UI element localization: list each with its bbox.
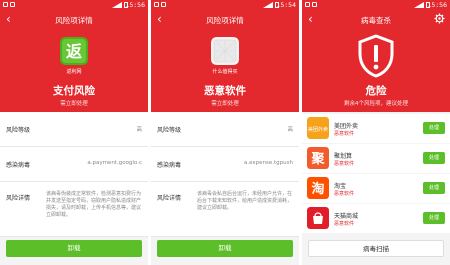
danger-subtitle: 剩余4个风险项，建议处理 (343, 101, 408, 107)
app-icon-text: 美团外卖 (308, 126, 328, 133)
app-icon-meituan: 美团外卖 (307, 117, 329, 139)
app-name: 什么值得买 (212, 69, 238, 75)
risk-detail-row: 风险详情 该病毒伪装成正常软件，检测恶意扣费行为并发送至指定号码，窃取用户隐私造… (0, 182, 148, 237)
page-title: 病毒查杀 (361, 16, 391, 25)
row-value: 高 (287, 127, 293, 133)
virus-scan-screen: 15:56 ‹ 病毒查杀 危险 剩余4个风险项，建议处理 美团外卖 美团外卖 恶… (302, 0, 450, 265)
page-title: 风险项详情 (206, 16, 244, 25)
handle-button[interactable]: 处理 (423, 182, 445, 194)
uninstall-button[interactable]: 卸载 (157, 240, 293, 257)
notification-icon (10, 2, 15, 7)
app-icon-text: 淘 (311, 181, 324, 197)
app-icon-text: 聚 (310, 152, 325, 167)
danger-status: 危险 (365, 85, 387, 97)
clock: 15:56 (125, 1, 145, 9)
app-name: 天猫商城 (334, 213, 359, 220)
risk-level-row: 风险等级 高 (151, 112, 299, 147)
row-label: 风险等级 (6, 127, 31, 134)
app-icon-taobao: 淘 (307, 177, 329, 199)
page-title: 风险项详情 (55, 16, 93, 25)
risk-app-list: 美团外卖 美团外卖 恶意软件 处理 聚 聚划算 恶意软件 处理 淘 淘宝 恶意软… (302, 114, 450, 234)
notification-icon (154, 2, 159, 7)
row-value: a.expense.tgpush (244, 160, 293, 166)
risk-subtitle: 需立即处理 (60, 101, 88, 107)
virus-name-row: 感染病毒 a.expense.tgpush (151, 147, 299, 182)
uninstall-button[interactable]: 卸载 (6, 240, 142, 257)
risk-type: 支付风险 (53, 85, 95, 97)
row-label: 风险详情 (6, 195, 31, 202)
app-name: 淘宝 (334, 183, 347, 190)
app-icon-tmall (307, 207, 329, 229)
row-label: 感染病毒 (6, 162, 31, 169)
risk-level-row: 风险等级 高 (0, 112, 148, 147)
status-bar: 15:56 (302, 0, 450, 10)
risk-type: 恶意软件 (204, 85, 246, 97)
risk-label: 恶意软件 (334, 131, 355, 137)
risk-info-list: 风险等级 高 感染病毒 a.payment.googlo.c 风险详情 该病毒伪… (0, 112, 148, 237)
list-item: 美团外卖 美团外卖 恶意软件 处理 (302, 114, 450, 143)
app-icon-juhuasuan: 聚 (307, 147, 329, 169)
row-value: a.payment.googlo.c (87, 160, 142, 166)
clock: 15:56 (427, 1, 447, 9)
notification-icon (305, 2, 310, 7)
risk-label: 恶意软件 (334, 191, 355, 197)
handle-button[interactable]: 处理 (423, 122, 445, 134)
row-label: 风险等级 (157, 127, 182, 134)
list-item: 天猫商城 恶意软件 处理 (302, 204, 450, 233)
clock: 15:54 (276, 1, 296, 9)
notification-icon (161, 2, 166, 7)
row-label: 感染病毒 (157, 162, 182, 169)
row-description: 该病毒伪装成正常软件，检测恶意扣费行为并发送至指定号码，窃取用户隐私造成财产损失… (46, 191, 142, 218)
list-item: 聚 聚划算 恶意软件 处理 (302, 144, 450, 173)
risk-subtitle: 需立即处理 (211, 101, 239, 107)
status-bar: 15:54 (151, 0, 299, 10)
virus-scan-button[interactable]: 病毒扫描 (308, 240, 444, 257)
signal-icon (414, 2, 424, 8)
row-description: 该病毒会私自后台运行，未经用户允许，在后台下载未知软件，给用户造成资费消耗，建议… (197, 191, 293, 211)
risk-header: ‹ 风险项详情 什么值得买 恶意软件 需立即处理 (151, 10, 299, 112)
row-value: 高 (136, 127, 142, 133)
scan-header: ‹ 病毒查杀 危险 剩余4个风险项，建议处理 (302, 10, 450, 112)
app-icon-placeholder (211, 37, 239, 65)
status-bar: 15:56 (0, 0, 148, 10)
risk-detail-screen-malware: 15:54 ‹ 风险项详情 什么值得买 恶意软件 需立即处理 风险等级 高 感染… (151, 0, 299, 265)
handle-button[interactable]: 处理 (423, 212, 445, 224)
shield-warning-icon (358, 34, 394, 78)
gear-icon[interactable] (434, 13, 445, 24)
risk-label: 恶意软件 (334, 221, 355, 227)
app-icon-letter: 返 (66, 42, 82, 61)
handle-button[interactable]: 处理 (423, 152, 445, 164)
row-label: 风险详情 (157, 195, 182, 202)
app-name: 美团外卖 (334, 123, 359, 130)
virus-name-row: 感染病毒 a.payment.googlo.c (0, 147, 148, 182)
app-name: 返利网 (66, 69, 82, 75)
notification-icon (3, 2, 8, 7)
risk-info-list: 风险等级 高 感染病毒 a.expense.tgpush 风险详情 该病毒会私自… (151, 112, 299, 237)
risk-label: 恶意软件 (334, 161, 355, 167)
risk-detail-row: 风险详情 该病毒会私自后台运行，未经用户允许，在后台下载未知软件，给用户造成资费… (151, 182, 299, 237)
risk-detail-screen-payment: 15:56 ‹ 风险项详情 返 返利网 支付风险 需立即处理 风险等级 高 感染… (0, 0, 148, 265)
signal-icon (263, 2, 273, 8)
risk-header: ‹ 风险项详情 返 返利网 支付风险 需立即处理 (0, 10, 148, 112)
list-item: 淘 淘宝 恶意软件 处理 (302, 174, 450, 203)
notification-icon (312, 2, 317, 7)
app-icon-fanli: 返 (60, 37, 88, 65)
signal-icon (112, 2, 122, 8)
app-name: 聚划算 (334, 153, 353, 160)
